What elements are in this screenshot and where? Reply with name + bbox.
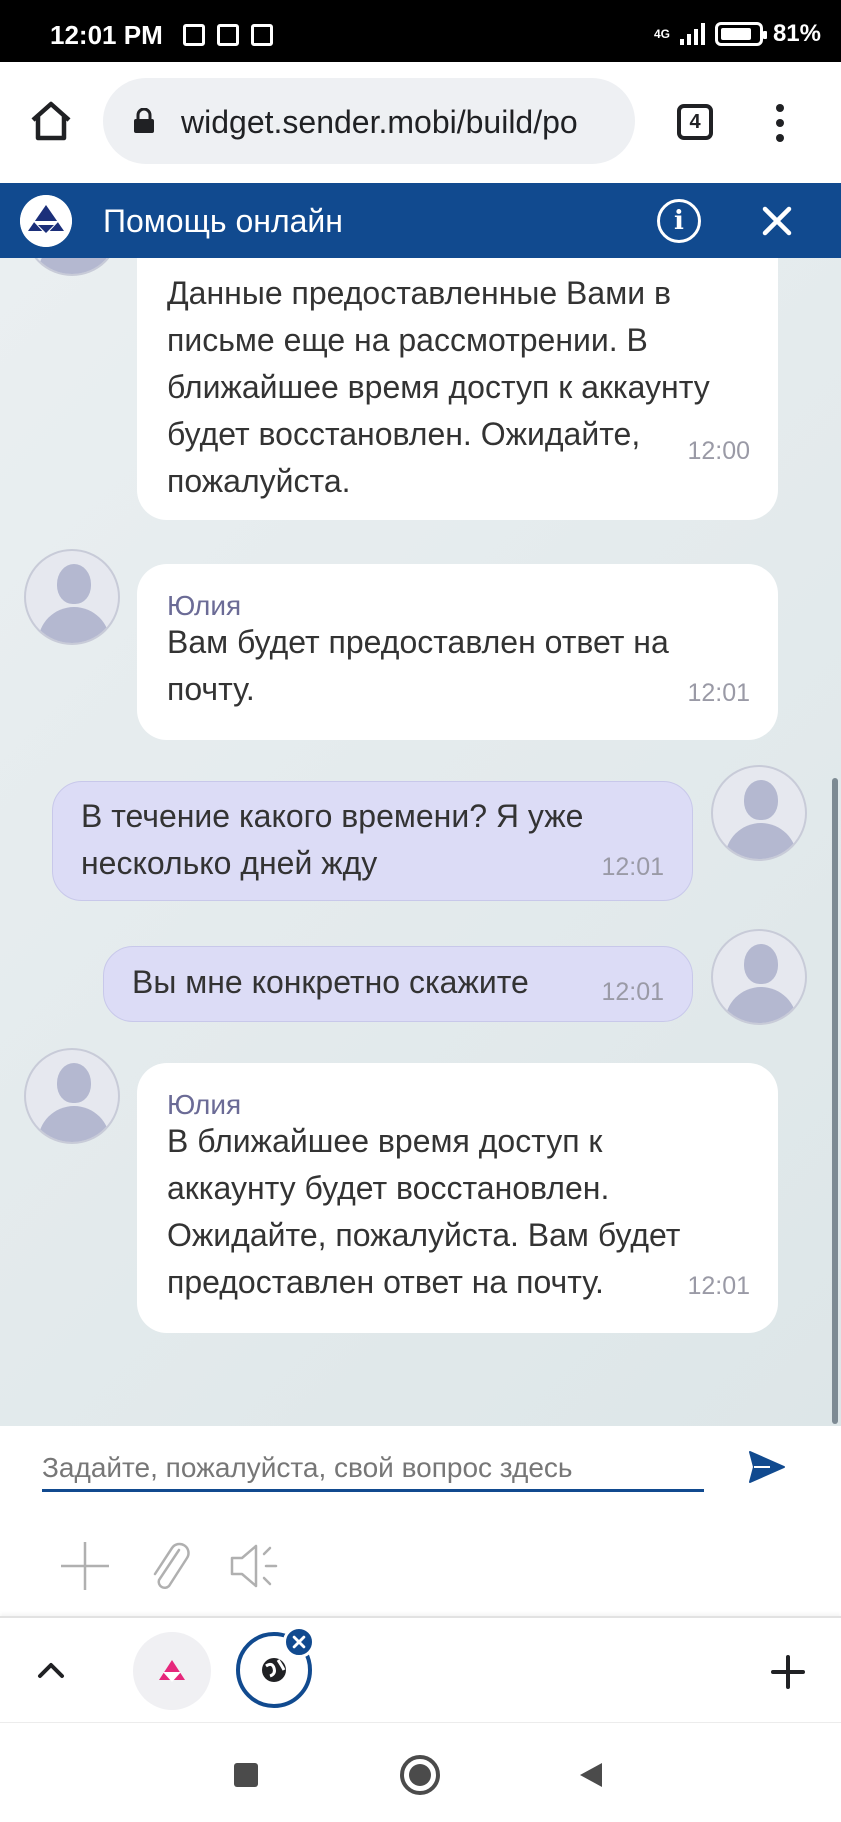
message-input[interactable] [42, 1446, 704, 1492]
chat-scrollbar[interactable] [832, 778, 838, 1424]
notification-icons [183, 24, 273, 46]
tab-favicon-1[interactable] [133, 1632, 211, 1710]
speaker-icon[interactable] [228, 1538, 284, 1594]
message-text: В ближайшее время доступ к аккаунту буде… [167, 1123, 681, 1300]
more-vert-icon[interactable] [775, 104, 785, 142]
status-time: 12:01 PM [50, 20, 163, 50]
message-bubble: Юлия Вам будет предоставлен ответ на поч… [137, 564, 778, 740]
message-text: Вам будет предоставлен ответ на почту. [167, 624, 669, 707]
network-label: 4G [653, 27, 670, 41]
message-text: В течение какого времени? Я уже нескольк… [81, 798, 584, 881]
user-avatar [711, 929, 807, 1025]
upload-notification-icon [217, 24, 239, 46]
widget-title: Помощь онлайн [103, 203, 343, 239]
chat-messages[interactable]: Данные предоставленные Вами в письме еще… [0, 258, 841, 1426]
user-avatar [711, 765, 807, 861]
operator-avatar [24, 258, 120, 276]
tab-switcher-button[interactable]: 4 [677, 104, 713, 140]
operator-avatar [24, 549, 120, 645]
message-text: Данные предоставленные Вами в письме еще… [167, 275, 710, 499]
message-time: 12:01 [687, 1272, 750, 1300]
brand-logo [20, 195, 72, 247]
message-bubble: Вы мне конкретно скажите 12:01 [103, 946, 693, 1022]
message-bubble: В течение какого времени? Я уже нескольк… [52, 781, 693, 901]
message-time: 12:00 [687, 437, 750, 465]
message-time: 12:01 [687, 679, 750, 707]
message-bubble: Данные предоставленные Вами в письме еще… [137, 258, 778, 520]
browser-tab-bar [0, 1616, 841, 1722]
send-icon[interactable] [748, 1450, 786, 1484]
sender-favicon-icon [159, 1660, 185, 1682]
battery-level: 81% [772, 20, 821, 47]
plus-icon[interactable] [57, 1538, 113, 1594]
battery-icon [714, 22, 767, 46]
operator-avatar [24, 1048, 120, 1144]
close-icon[interactable] [755, 199, 799, 243]
home-icon[interactable] [28, 98, 74, 144]
lock-icon [134, 108, 154, 133]
url-text: widget.sender.mobi/build/po [181, 104, 578, 140]
chevron-up-icon[interactable] [36, 1660, 66, 1680]
message-time: 12:01 [601, 853, 664, 881]
message-notification-icon [183, 24, 205, 46]
signal-icon [679, 23, 705, 45]
back-icon[interactable] [578, 1761, 604, 1789]
message-composer [0, 1426, 841, 1616]
new-tab-icon[interactable] [770, 1654, 806, 1690]
system-nav-bar [0, 1722, 841, 1822]
widget-header: Помощь онлайн i [0, 183, 841, 258]
browser-toolbar: widget.sender.mobi/build/po 4 [0, 62, 841, 183]
message-time: 12:01 [601, 978, 664, 1006]
status-right: 4G 81% [654, 20, 821, 48]
paperclip-icon[interactable] [143, 1538, 199, 1594]
home-nav-icon[interactable] [400, 1755, 440, 1795]
apps-notification-icon [251, 24, 273, 46]
message-text: Вы мне конкретно скажите [132, 964, 529, 1000]
close-tab-icon[interactable] [283, 1626, 315, 1658]
recents-icon[interactable] [234, 1763, 258, 1787]
info-icon[interactable]: i [657, 199, 701, 243]
message-bubble: Юлия В ближайшее время доступ к аккаунту… [137, 1063, 778, 1333]
status-bar: 12:01 PM 4G 81% [0, 0, 841, 62]
address-bar[interactable]: widget.sender.mobi/build/po [103, 78, 635, 164]
